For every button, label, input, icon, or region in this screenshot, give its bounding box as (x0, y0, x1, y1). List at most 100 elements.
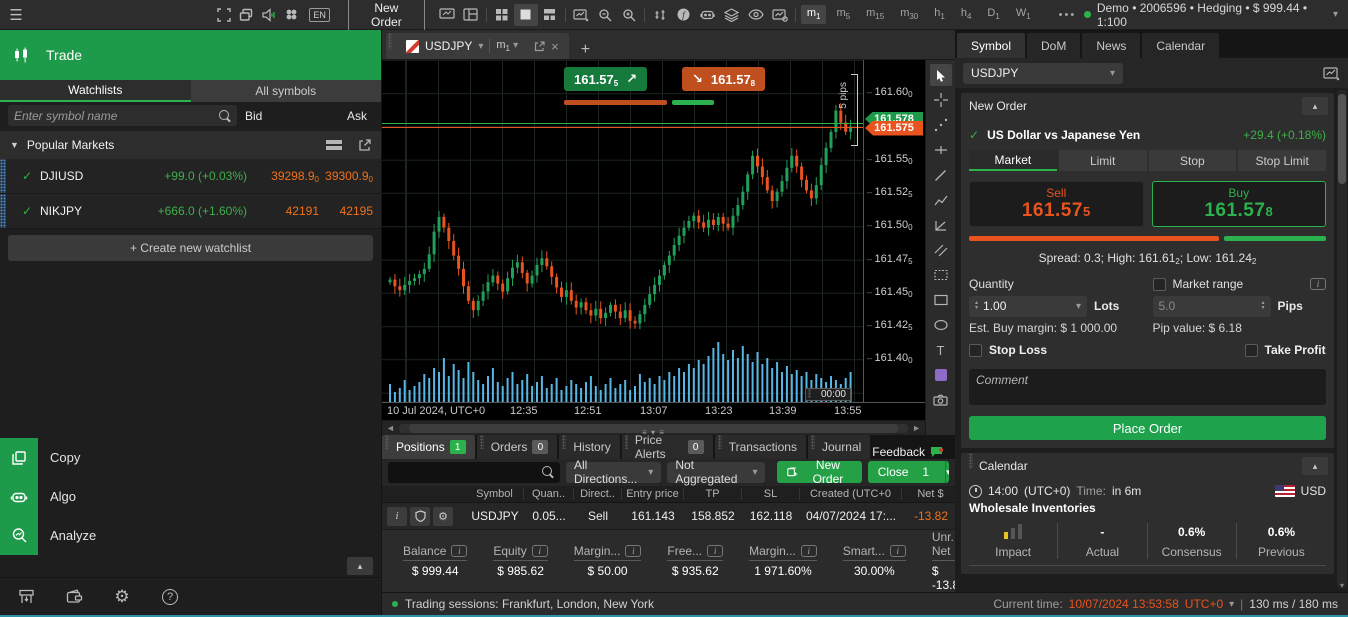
robots-icon[interactable] (696, 4, 720, 26)
market-range-checkbox[interactable] (1153, 278, 1166, 291)
order-type-stop[interactable]: Stop (1149, 150, 1237, 171)
help-icon[interactable]: ? (160, 586, 180, 608)
tab-dom[interactable]: DoM (1027, 33, 1080, 58)
info-icon[interactable]: i (625, 545, 641, 557)
open-chart-icon[interactable] (1323, 66, 1340, 81)
close-position-button[interactable]: Close 1 ▾ (868, 461, 949, 483)
watchlist-row-nikjpy[interactable]: ✓ NIKJPY +666.0 (+1.60%) 42191 42195 (0, 194, 381, 229)
zoom-in-icon[interactable] (617, 4, 641, 26)
timeframe-m5[interactable]: m5 (830, 5, 856, 23)
list-view-icon[interactable] (326, 139, 342, 151)
zoom-out-icon[interactable] (593, 4, 617, 26)
drag-handle[interactable] (388, 33, 392, 49)
quantity-input[interactable] (983, 299, 1071, 313)
split-pane-icon[interactable] (538, 4, 562, 26)
timeframe-m30[interactable]: m30 (894, 5, 924, 23)
tab-symbol[interactable]: Symbol (957, 33, 1025, 58)
scrollbar-thumb[interactable] (1338, 94, 1346, 184)
ask-price[interactable]: 39300.90 (319, 169, 381, 183)
timeframe-m15[interactable]: m15 (860, 5, 890, 23)
scroll-right-icon[interactable]: ► (912, 423, 921, 433)
collapse-card-icon[interactable]: ▴ (1302, 457, 1328, 475)
chart-tab-timeframe[interactable]: m1 ▾ (496, 39, 518, 53)
tab-positions[interactable]: Positions 1 (382, 435, 475, 459)
timeframe-w1[interactable]: W1 (1010, 5, 1037, 23)
bid-price[interactable]: 42191 (257, 204, 319, 218)
chart-symbol-chevron-icon[interactable]: ▾ (478, 41, 483, 52)
place-order-button[interactable]: Place Order (969, 416, 1326, 440)
directions-filter-dropdown[interactable]: All Directions... ▾ (566, 462, 661, 483)
timezone-selector[interactable]: UTC+0 (1185, 597, 1223, 611)
position-row[interactable]: i ⚙ USDJPY 0.05... Sell 161.143 158.852 … (382, 503, 955, 529)
tab-price-alerts[interactable]: Price Alerts 0 (622, 435, 713, 459)
sidebar-item-algo[interactable]: Algo (0, 477, 381, 516)
fullscreen-icon[interactable] (212, 4, 235, 26)
channel-tool-icon[interactable] (930, 239, 952, 261)
ask-price[interactable]: 42195 (319, 204, 381, 218)
time-axis[interactable]: 10 Jul 2024, UTC+0 12:35 12:51 13:07 13:… (382, 402, 925, 420)
tab-all-symbols[interactable]: All symbols (191, 80, 382, 102)
account-selector[interactable]: Demo • 2006596 • Hedging • $ 999.44 • 1:… (1084, 1, 1348, 29)
chart-type-icon[interactable] (648, 4, 672, 26)
horizontal-line-tool-icon[interactable] (930, 139, 952, 161)
add-chart-tab-icon[interactable]: + (581, 41, 590, 59)
aggregation-filter-dropdown[interactable]: Not Aggregated ▾ (667, 462, 765, 483)
info-icon[interactable]: i (890, 545, 906, 557)
tab-watchlists[interactable]: Watchlists (0, 80, 191, 102)
symbol-search-input[interactable] (14, 109, 219, 123)
take-profit-checkbox[interactable] (1245, 344, 1258, 357)
timeframe-d1[interactable]: D1 (981, 5, 1005, 23)
order-type-limit[interactable]: Limit (1059, 150, 1147, 171)
market-range-stepper[interactable]: ▴▾ (1153, 296, 1271, 317)
timeframe-h4[interactable]: h4 (955, 5, 978, 23)
polyline-tool-icon[interactable] (930, 189, 952, 211)
info-icon[interactable]: i (1310, 278, 1326, 290)
tab-transactions[interactable]: Transactions (715, 435, 806, 459)
plugins-icon[interactable] (281, 4, 304, 26)
info-icon[interactable]: i (801, 545, 817, 557)
rectangle-tool-icon[interactable] (930, 289, 952, 311)
screenshot-camera-icon[interactable] (930, 389, 952, 411)
right-panel-scrollbar[interactable]: ▾ (1337, 90, 1347, 588)
hamburger-menu-icon[interactable]: ☰ (0, 4, 32, 26)
info-icon[interactable]: i (532, 545, 548, 557)
dot-line-tool-icon[interactable] (930, 114, 952, 136)
drag-handle[interactable] (0, 159, 6, 193)
position-protection-shield-icon[interactable] (410, 507, 430, 526)
more-timeframes-icon[interactable]: ••• (1053, 7, 1083, 23)
chart-sell-quote-tag[interactable]: 161.575 ↗ (564, 67, 647, 91)
position-settings-gear-icon[interactable]: ⚙ (433, 507, 453, 526)
position-info-icon[interactable]: i (387, 507, 407, 526)
detach-chart-icon[interactable] (435, 4, 459, 26)
timeframe-m1[interactable]: m1 (801, 5, 827, 23)
scroll-down-icon[interactable]: ▾ (1337, 581, 1347, 590)
chart-plot[interactable]: 161.575 ↗ ↘ 161.578 5 pips (382, 60, 863, 402)
tab-history[interactable]: History (559, 435, 619, 459)
sidebar-item-analyze[interactable]: Analyze (0, 516, 381, 555)
drag-handle[interactable] (0, 194, 6, 228)
buy-button[interactable]: Buy 161.578 (1152, 181, 1327, 227)
create-watchlist-button[interactable]: + Create new watchlist (8, 235, 373, 261)
detach-tab-icon[interactable] (534, 41, 545, 52)
comment-input[interactable] (969, 369, 1326, 405)
windows-icon[interactable] (235, 4, 258, 26)
crosshair-tool-icon[interactable] (930, 89, 952, 111)
group-collapse-icon[interactable]: ▼ (10, 140, 19, 150)
open-external-icon[interactable] (358, 139, 371, 152)
templates-layers-icon[interactable] (720, 4, 744, 26)
tab-calendar[interactable]: Calendar (1142, 33, 1219, 58)
calendar-event[interactable]: 14:00 (UTC+0) Time: in 6m USD Wholesale … (961, 479, 1334, 574)
chart-buy-quote-tag[interactable]: ↘ 161.578 (682, 67, 765, 91)
tab-journal[interactable]: Journal (808, 435, 870, 459)
collapse-card-icon[interactable]: ▴ (1302, 97, 1328, 115)
timezone-chevron-icon[interactable]: ▾ (1229, 599, 1234, 610)
watchlist-group-header[interactable]: ▼ Popular Markets (0, 131, 381, 159)
tab-news[interactable]: News (1082, 33, 1140, 58)
collapse-sidebar-icon[interactable]: ▴ (347, 557, 373, 575)
close-tab-icon[interactable]: × (551, 39, 559, 54)
positions-search-input[interactable] (394, 465, 542, 479)
market-range-input[interactable] (1159, 299, 1257, 313)
dashed-rect-tool-icon[interactable] (930, 264, 952, 286)
info-icon[interactable]: i (707, 545, 723, 557)
order-type-market[interactable]: Market (969, 150, 1057, 171)
